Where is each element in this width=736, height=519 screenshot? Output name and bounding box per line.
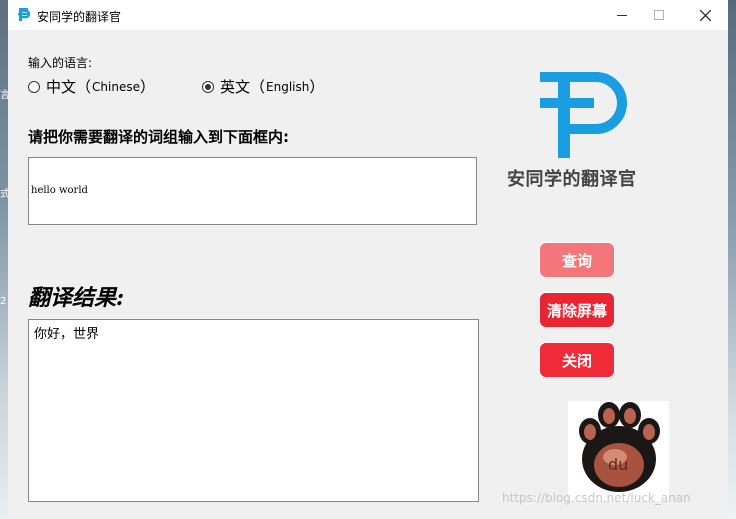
watermark-text: https://blog.csdn.net/luck_anan	[502, 491, 691, 505]
paw-logo-image: du	[568, 401, 669, 501]
input-heading: 请把你需要翻译的词组输入到下面框内:	[28, 128, 290, 146]
maximize-icon	[654, 10, 664, 20]
desktop-fragment-2: 式	[0, 189, 8, 200]
window-title: 安同学的翻译官	[37, 10, 122, 24]
radio-chinese-close-paren: ）	[139, 78, 155, 96]
result-heading: 翻译结果:	[28, 285, 125, 311]
paw-text: du	[608, 455, 629, 474]
result-textbox[interactable]: 你好，世界	[28, 319, 479, 502]
close-button[interactable]: 关闭	[539, 342, 615, 378]
radio-chinese-indicator[interactable]	[28, 80, 40, 93]
language-caption: 输入的语言:	[28, 56, 93, 70]
paw-icon	[579, 402, 660, 492]
desktop-background-right	[728, 0, 736, 519]
input-textbox[interactable]: hello world	[28, 157, 477, 225]
radio-english-close-paren: ）	[309, 78, 325, 96]
radio-english-indicator[interactable]	[202, 80, 214, 93]
radio-english-label: 英文（	[220, 78, 266, 96]
close-window-button[interactable]	[682, 0, 728, 30]
desktop-fragment-3: 2	[0, 296, 7, 307]
close-icon	[699, 9, 711, 21]
app-logo-icon	[18, 8, 31, 21]
logo-caption: 安同学的翻译官	[507, 169, 637, 190]
radio-chinese-english-name: Chinese	[92, 79, 140, 94]
minimize-icon	[617, 15, 627, 16]
result-text: 你好，世界	[34, 327, 100, 342]
desktop-background-left: 言 式 2	[0, 0, 8, 519]
maximize-button[interactable]	[636, 0, 682, 30]
input-text: hello world	[31, 185, 88, 196]
translator-window: 安同学的翻译官 输入的语言: 中文（ Chinese ） 英文（ English…	[8, 0, 728, 519]
app-logo	[540, 72, 627, 158]
radio-english[interactable]: 英文（ English ）	[202, 76, 324, 97]
clear-screen-button[interactable]: 清除屏幕	[539, 292, 615, 328]
radio-chinese[interactable]: 中文（ Chinese ）	[28, 76, 155, 97]
query-button[interactable]: 查询	[539, 242, 615, 278]
desktop-fragment-1: 言	[0, 90, 8, 101]
radio-english-english-name: English	[266, 79, 310, 94]
title-bar[interactable]: 安同学的翻译官	[8, 0, 728, 30]
radio-chinese-label: 中文（	[46, 78, 92, 96]
